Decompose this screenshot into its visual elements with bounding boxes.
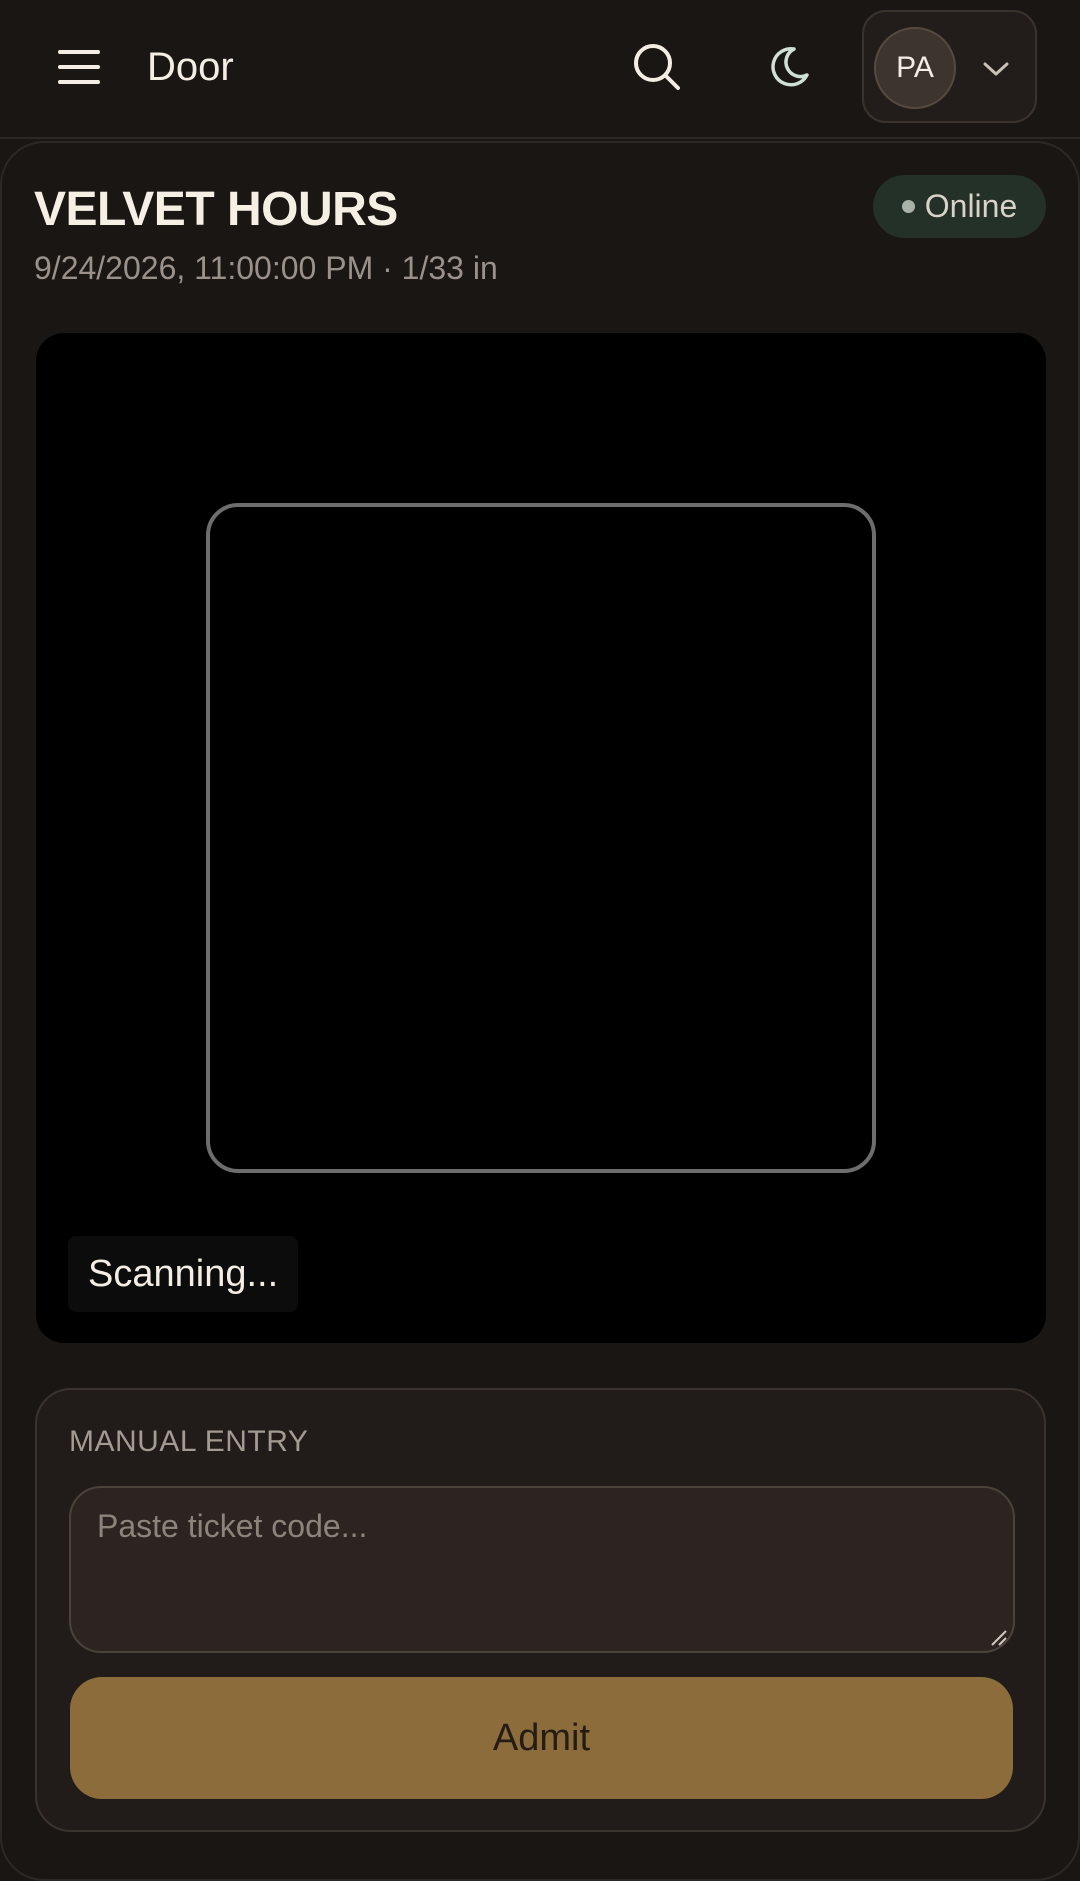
theme-toggle-button[interactable] (762, 40, 816, 94)
user-menu-chevron (979, 52, 1013, 86)
manual-entry-label: MANUAL ENTRY (69, 1425, 309, 1458)
menu-button[interactable] (52, 40, 106, 94)
admit-button[interactable]: Admit (70, 1677, 1013, 1799)
chevron-down-icon (983, 62, 1009, 76)
event-meta: 9/24/2026, 11:00:00 PM · 1/33 in (34, 250, 498, 286)
top-bar: Door PA (0, 0, 1080, 139)
user-menu-button[interactable]: PA (862, 10, 1037, 123)
resize-grip-icon[interactable] (988, 1627, 1008, 1647)
avatar: PA (874, 27, 956, 109)
scan-status: Scanning... (68, 1236, 299, 1312)
search-icon (634, 44, 680, 90)
moon-icon (771, 47, 809, 87)
manual-entry-card: MANUAL ENTRY Admit (35, 1388, 1046, 1832)
event-title: VELVET HOURS (34, 183, 398, 236)
camera-scanner[interactable]: Scanning... (36, 333, 1046, 1343)
scan-target-frame (206, 503, 876, 1173)
status-badge: Online (873, 175, 1046, 238)
page-title: Door (147, 45, 234, 89)
status-label: Online (924, 188, 1018, 224)
hamburger-menu-icon (58, 50, 100, 84)
search-button[interactable] (630, 40, 684, 94)
avatar-initials: PA (896, 51, 934, 84)
status-dot-icon (901, 200, 915, 213)
ticket-code-input[interactable] (69, 1486, 1015, 1653)
